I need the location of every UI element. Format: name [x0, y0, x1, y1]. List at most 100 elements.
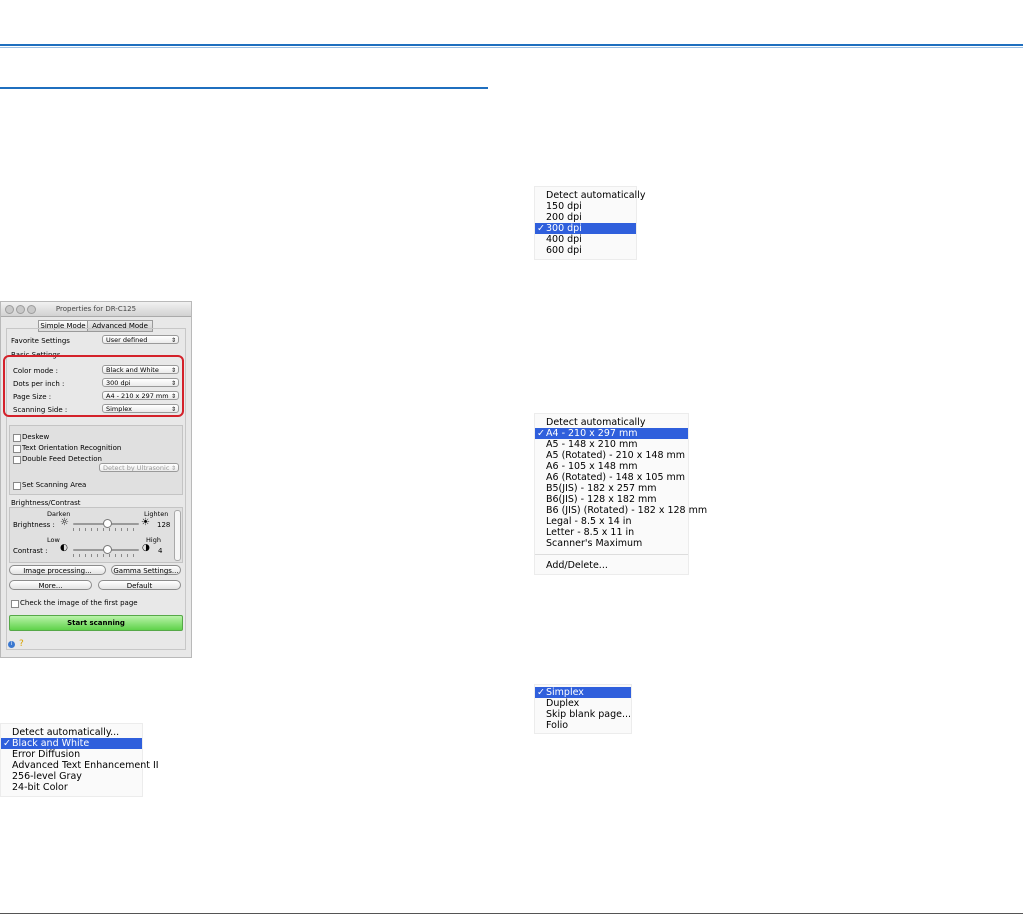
gamma-settings-button[interactable]: Gamma Settings...: [111, 565, 181, 575]
sun-bright-icon: ☀: [141, 517, 150, 528]
dialog-title: Properties for DR-C125: [55, 305, 137, 313]
menu-item[interactable]: Duplex: [535, 698, 631, 709]
menu-item-label: A4 - 210 x 297 mm: [546, 428, 638, 439]
menu-item-label: 200 dpi: [546, 212, 582, 223]
menu-item-label: A6 - 105 x 148 mm: [546, 461, 638, 472]
menu-item-label: Simplex: [546, 687, 584, 698]
menu-item[interactable]: B6(JIS) - 128 x 182 mm: [535, 494, 688, 505]
brightness-slider-knob[interactable]: [102, 519, 112, 528]
menu-item[interactable]: B5(JIS) - 182 x 257 mm: [535, 483, 688, 494]
title-bar: Properties for DR-C125: [1, 302, 191, 317]
updown-arrow-icon: ⇕: [170, 465, 176, 472]
menu-item[interactable]: A5 (Rotated) - 210 x 148 mm: [535, 450, 688, 461]
menu-item-label: 150 dpi: [546, 201, 582, 212]
favorite-settings-value: User defined: [106, 336, 148, 344]
checkmark-icon: ✓: [537, 428, 545, 439]
header-rule-light: [0, 47, 1023, 48]
menu-item-label: 256-level Gray: [12, 771, 82, 782]
brightness-label: Brightness :: [13, 521, 55, 529]
menu-item-label: 24-bit Color: [12, 782, 68, 793]
color-mode-menu: Detect automatically... ✓ Black and White E…: [0, 723, 159, 797]
menu-item[interactable]: 200 dpi: [535, 212, 636, 223]
contrast-high-icon: ◑: [142, 543, 150, 553]
section-rule: [0, 87, 488, 89]
menu-item[interactable]: ✓ Simplex: [535, 687, 631, 698]
menu-item-label: Letter - 8.5 x 11 in: [546, 527, 635, 538]
contrast-ticks: [73, 554, 139, 557]
low-label: Low: [47, 536, 60, 544]
menu-item-label: A5 - 148 x 210 mm: [546, 439, 638, 450]
double-feed-label: Double Feed Detection: [22, 455, 102, 463]
menu-item[interactable]: Error Diffusion: [1, 749, 142, 760]
menu-item-label: Scanner's Maximum: [546, 538, 643, 549]
menu-item-label: Duplex: [546, 698, 580, 709]
menu-item[interactable]: 600 dpi: [535, 245, 636, 256]
menu-item-label: Detect automatically: [546, 417, 646, 428]
menu-item-label: Legal - 8.5 x 14 in: [546, 516, 632, 527]
page-size-menu: Detect automatically ✓ A4 - 210 x 297 mm A5…: [534, 413, 707, 575]
menu-item-label: 300 dpi: [546, 223, 582, 234]
checkmark-icon: ✓: [3, 738, 11, 749]
scanning-side-menu: ✓ Simplex Duplex Skip blank page... Folio: [534, 684, 632, 734]
header-rule: [0, 44, 1023, 46]
menu-item-label: 600 dpi: [546, 245, 582, 256]
menu-item[interactable]: 150 dpi: [535, 201, 636, 212]
menu-item[interactable]: Advanced Text Enhancement II: [1, 760, 159, 771]
menu-item[interactable]: Folio: [535, 720, 631, 731]
menu-item[interactable]: Detect automatically: [535, 190, 645, 201]
menu-item[interactable]: 400 dpi: [535, 234, 636, 245]
menu-item-label: 400 dpi: [546, 234, 582, 245]
menu-item-label: Skip blank page...: [546, 709, 632, 720]
info-icon[interactable]: i: [8, 641, 15, 648]
checkmark-icon: ✓: [537, 223, 545, 234]
menu-item[interactable]: Letter - 8.5 x 11 in: [535, 527, 688, 538]
set-scanning-area-checkbox[interactable]: [13, 482, 21, 490]
brightness-contrast-label: Brightness/Contrast: [11, 499, 81, 507]
menu-item-label: A6 (Rotated) - 148 x 105 mm: [546, 472, 686, 483]
menu-item[interactable]: A5 - 148 x 210 mm: [535, 439, 688, 450]
double-feed-select[interactable]: Detect by Ultrasonic ⇕: [99, 463, 179, 472]
text-orientation-label: Text Orientation Recognition: [22, 444, 122, 452]
menu-item[interactable]: ✓ Black and White: [1, 738, 142, 749]
favorite-settings-select[interactable]: User defined ⇕: [102, 335, 179, 344]
contrast-low-icon: ◐: [60, 543, 68, 553]
brightness-ticks: [73, 528, 139, 531]
scrollbar[interactable]: [174, 510, 181, 561]
double-feed-checkbox[interactable]: [13, 456, 21, 464]
menu-item-add-delete[interactable]: Add/Delete...: [535, 560, 688, 571]
menu-item-label: A5 (Rotated) - 210 x 148 mm: [546, 450, 686, 461]
dpi-menu: Detect automatically 150 dpi 200 dpi ✓ 300 d…: [534, 186, 645, 260]
double-feed-value: Detect by Ultrasonic: [103, 464, 170, 472]
menu-item[interactable]: Detect automatically: [535, 417, 688, 428]
contrast-value: 4: [158, 547, 163, 555]
text-orientation-checkbox[interactable]: [13, 445, 21, 453]
menu-item[interactable]: A6 (Rotated) - 148 x 105 mm: [535, 472, 688, 483]
checkmark-icon: ✓: [537, 687, 545, 698]
footer-rule: [0, 913, 1023, 914]
deskew-checkbox[interactable]: [13, 434, 21, 442]
menu-item-label: B6(JIS) - 128 x 182 mm: [546, 494, 657, 505]
set-scanning-area-label: Set Scanning Area: [22, 481, 87, 489]
more-button[interactable]: More...: [9, 580, 92, 590]
help-bulb-icon[interactable]: ?: [19, 639, 24, 649]
image-processing-button[interactable]: Image processing...: [9, 565, 106, 575]
default-button[interactable]: Default: [98, 580, 181, 590]
menu-item[interactable]: 24-bit Color: [1, 782, 142, 793]
menu-item[interactable]: ✓ A4 - 210 x 297 mm: [535, 428, 688, 439]
start-scanning-button[interactable]: Start scanning: [9, 615, 183, 631]
updown-arrow-icon: ⇕: [170, 337, 176, 344]
menu-item[interactable]: Scanner's Maximum: [535, 538, 688, 549]
menu-item[interactable]: B6 (JIS) (Rotated) - 182 x 128 mm: [535, 505, 707, 516]
menu-item[interactable]: A6 - 105 x 148 mm: [535, 461, 688, 472]
menu-item[interactable]: Detect automatically...: [1, 727, 142, 738]
menu-item[interactable]: ✓ 300 dpi: [535, 223, 636, 234]
deskew-label: Deskew: [22, 433, 50, 441]
check-first-page-checkbox[interactable]: [11, 600, 19, 608]
menu-item-label: Folio: [546, 720, 569, 731]
menu-item[interactable]: 256-level Gray: [1, 771, 142, 782]
menu-item-label: Advanced Text Enhancement II: [12, 760, 159, 771]
contrast-slider-knob[interactable]: [102, 545, 112, 554]
check-first-page-label: Check the image of the first page: [20, 599, 138, 607]
menu-item[interactable]: Legal - 8.5 x 14 in: [535, 516, 688, 527]
menu-item[interactable]: Skip blank page...: [535, 709, 631, 720]
